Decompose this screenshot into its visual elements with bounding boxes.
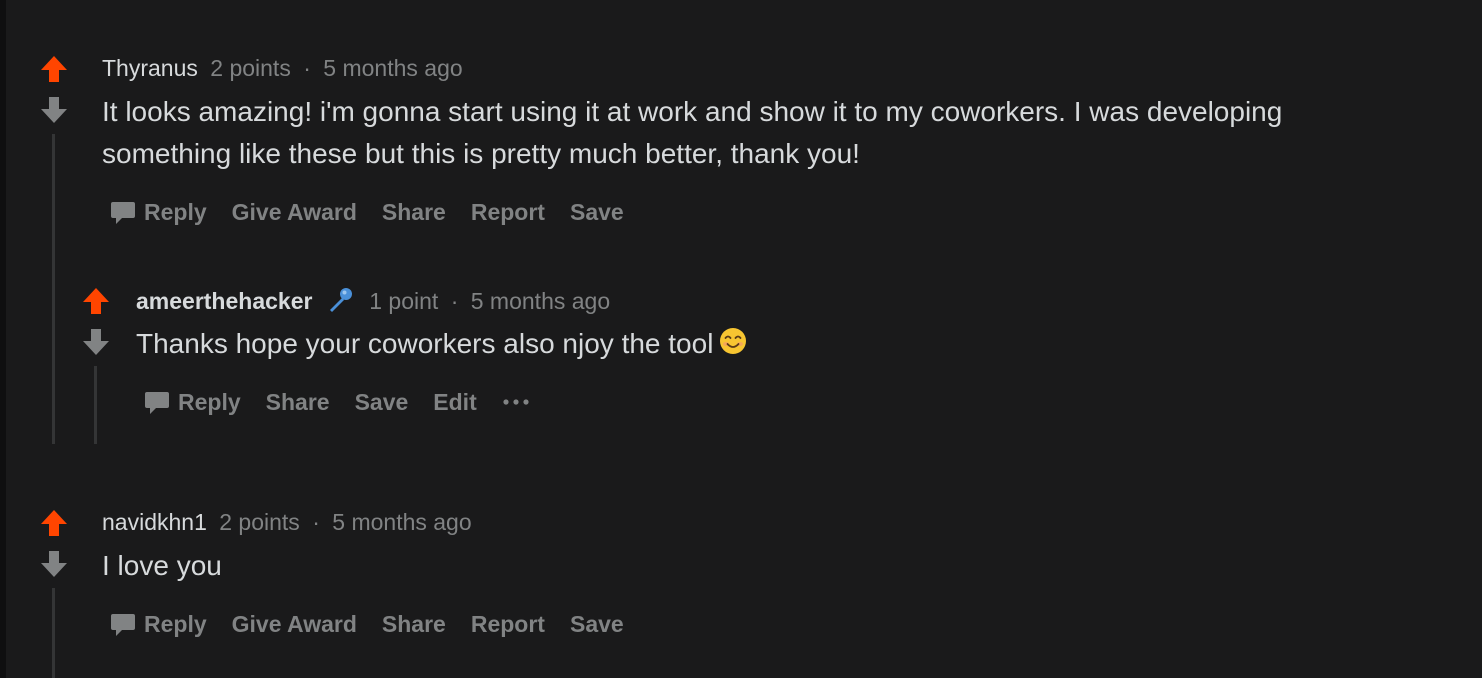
comment-actions: Reply Share Save Edit — [144, 388, 530, 416]
comment-timestamp[interactable]: 5 months ago — [323, 55, 462, 81]
share-button[interactable]: Share — [382, 199, 446, 226]
reply-button[interactable]: Reply — [144, 388, 241, 416]
downvote-arrow-icon[interactable] — [82, 328, 110, 356]
comment-actions: Reply Give Award Share Report Save — [110, 198, 624, 226]
comment-body-text: Thanks hope your coworkers also njoy the… — [136, 328, 714, 359]
comment-points: 2 points — [219, 509, 300, 535]
report-button[interactable]: Report — [471, 611, 545, 638]
comment-meta: Thyranus 2 points · 5 months ago — [102, 54, 463, 82]
upvote-arrow-icon[interactable] — [40, 509, 68, 537]
page-left-edge — [0, 0, 6, 678]
give-award-button[interactable]: Give Award — [232, 199, 357, 226]
smiling-face-emoji — [720, 328, 747, 354]
reply-label: Reply — [178, 388, 241, 415]
author-username[interactable]: Thyranus — [102, 55, 198, 81]
upvote-arrow-icon[interactable] — [82, 287, 110, 315]
thread-collapse-line[interactable] — [52, 134, 55, 444]
reply-button[interactable]: Reply — [110, 610, 207, 638]
reply-bubble-icon — [145, 392, 169, 414]
reply-bubble-icon — [111, 614, 135, 636]
comment-points: 1 point — [369, 288, 439, 314]
downvote-arrow-icon[interactable] — [40, 550, 68, 578]
give-award-button[interactable]: Give Award — [232, 611, 357, 638]
reply-button[interactable]: Reply — [110, 198, 207, 226]
meta-separator: · — [303, 55, 311, 81]
comment-meta: navidkhn1 2 points · 5 months ago — [102, 508, 472, 536]
meta-separator: · — [312, 509, 320, 535]
thread-collapse-line[interactable] — [52, 588, 55, 678]
save-button[interactable]: Save — [355, 389, 409, 416]
share-button[interactable]: Share — [382, 611, 446, 638]
more-options-button[interactable] — [502, 397, 530, 407]
edit-button[interactable]: Edit — [433, 389, 476, 416]
report-button[interactable]: Report — [471, 199, 545, 226]
microphone-icon — [329, 288, 352, 312]
author-username[interactable]: navidkhn1 — [102, 509, 207, 535]
comment-timestamp[interactable]: 5 months ago — [332, 509, 471, 535]
comment-timestamp[interactable]: 5 months ago — [471, 288, 610, 314]
downvote-arrow-icon[interactable] — [40, 96, 68, 124]
comment-body: I love you — [102, 550, 222, 581]
comment-body: It looks amazing! i'm gonna start using … — [102, 96, 1283, 169]
thread-collapse-line[interactable] — [94, 366, 97, 444]
save-button[interactable]: Save — [570, 611, 624, 638]
save-button[interactable]: Save — [570, 199, 624, 226]
upvote-arrow-icon[interactable] — [40, 55, 68, 83]
meta-separator: · — [450, 288, 459, 314]
comment-actions: Reply Give Award Share Report Save — [110, 610, 624, 638]
author-username[interactable]: ameerthehacker — [136, 288, 312, 314]
more-options-icon — [503, 399, 529, 405]
reply-label: Reply — [144, 610, 207, 637]
reply-label: Reply — [144, 198, 207, 225]
comment-body: Thanks hope your coworkers also njoy the… — [136, 323, 1336, 365]
reply-bubble-icon — [111, 202, 135, 224]
share-button[interactable]: Share — [266, 389, 330, 416]
comment-meta: ameerthehacker 1 point · 5 months ago — [136, 286, 610, 315]
comment-points: 2 points — [210, 55, 291, 81]
